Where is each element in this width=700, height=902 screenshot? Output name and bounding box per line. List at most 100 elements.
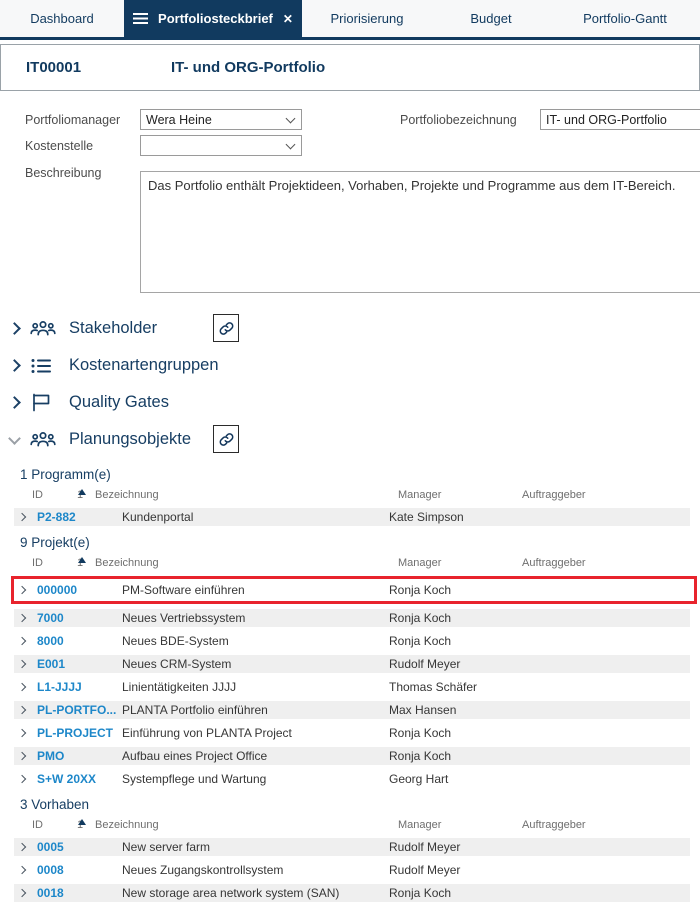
tab-portfoliosteckbrief[interactable]: Portfoliosteckbrief ✕ — [124, 0, 302, 37]
table-row[interactable]: 0018 New storage area network system (SA… — [14, 884, 690, 902]
table-body: P2-882 Kundenportal Kate Simpson — [0, 508, 700, 526]
list-icon — [30, 355, 56, 377]
section-kostenartengruppen[interactable]: Kostenartengruppen — [0, 347, 700, 384]
table-row[interactable]: PL-PROJECT Einführung von PLANTA Project… — [14, 724, 690, 742]
row-id-link[interactable]: 7000 — [37, 611, 122, 625]
row-manager: Georg Hart — [389, 772, 449, 786]
row-manager: Thomas Schäfer — [389, 680, 478, 694]
link-icon — [219, 321, 233, 335]
beschreibung-textarea[interactable]: Das Portfolio enthält Projektideen, Vorh… — [140, 171, 700, 293]
column-bezeichnung[interactable]: Bezeichnung — [95, 819, 159, 831]
section-label: Stakeholder — [69, 319, 158, 337]
table-row[interactable]: L1-JJJJ Linientätigkeiten JJJJ Thomas Sc… — [14, 678, 690, 696]
column-auftraggeber[interactable]: Auftraggeber — [522, 489, 586, 501]
row-expander[interactable] — [14, 842, 37, 852]
tab-priorisierung[interactable]: Priorisierung — [302, 0, 432, 37]
row-manager: Rudolf Meyer — [389, 840, 461, 854]
row-expander[interactable] — [14, 682, 37, 692]
row-id-link[interactable]: 8000 — [37, 634, 122, 648]
row-id-link[interactable]: P2-882 — [37, 510, 122, 524]
portfoliobezeichnung-label: Portfoliobezeichnung — [400, 113, 517, 127]
row-expander[interactable] — [14, 512, 37, 522]
portfoliobezeichnung-input[interactable]: IT- und ORG-Portfolio — [540, 109, 700, 130]
link-button[interactable] — [213, 425, 239, 453]
row-expander[interactable] — [14, 751, 37, 761]
flag-icon — [30, 392, 56, 414]
planning-groups: 1 Programm(e) ID 1 Bezeichnung Manager A… — [0, 467, 700, 902]
table-row[interactable]: PMO Aufbau eines Project Office Ronja Ko… — [14, 747, 690, 765]
column-manager[interactable]: Manager — [398, 557, 441, 569]
row-expander[interactable] — [14, 865, 37, 875]
row-id-link[interactable]: PL-PROJECT — [37, 726, 122, 740]
tab-budget[interactable]: Budget — [432, 0, 550, 37]
row-expander[interactable] — [14, 636, 37, 646]
column-auftraggeber[interactable]: Auftraggeber — [522, 557, 586, 569]
column-manager[interactable]: Manager — [398, 489, 441, 501]
row-id-link[interactable]: 0018 — [37, 886, 122, 900]
object-group: 1 Programm(e) ID 1 Bezeichnung Manager A… — [0, 467, 700, 526]
row-id-link[interactable]: PL-PORTFO... — [37, 703, 122, 717]
table-row[interactable]: E001 Neues CRM-System Rudolf Meyer — [14, 655, 690, 673]
table-row[interactable]: P2-882 Kundenportal Kate Simpson — [14, 508, 690, 526]
expander-chevron-icon[interactable] — [8, 396, 21, 409]
row-expander[interactable] — [14, 774, 37, 784]
row-expander[interactable] — [14, 659, 37, 669]
beschreibung-label: Beschreibung — [25, 166, 102, 180]
expander-chevron-icon[interactable] — [8, 322, 21, 335]
row-expander[interactable] — [14, 613, 37, 623]
column-id[interactable]: ID — [32, 819, 43, 831]
column-manager[interactable]: Manager — [398, 819, 441, 831]
tab-label: Portfoliosteckbrief — [158, 11, 273, 26]
tab-portfolio-gantt[interactable]: Portfolio-Gantt — [550, 0, 700, 37]
hamburger-menu-icon[interactable] — [133, 13, 149, 24]
table-header: ID 1 Bezeichnung Manager Auftraggeber — [32, 819, 586, 831]
table-row[interactable]: S+W 20XX Systempflege und Wartung Georg … — [14, 770, 690, 788]
table-row[interactable]: 000000 PM-Software einführen Ronja Koch — [11, 576, 697, 604]
table-row[interactable]: PL-PORTFO... PLANTA Portfolio einführen … — [14, 701, 690, 719]
column-bezeichnung[interactable]: Bezeichnung — [95, 489, 159, 501]
column-id[interactable]: ID — [32, 489, 43, 501]
table-row[interactable]: 7000 Neues Vertriebssystem Ronja Koch — [14, 609, 690, 627]
chevron-right-icon — [17, 512, 27, 522]
row-manager: Ronja Koch — [389, 583, 452, 597]
row-id-link[interactable]: 000000 — [37, 583, 122, 597]
column-id[interactable]: ID — [32, 557, 43, 569]
kostenstelle-select[interactable] — [140, 135, 302, 156]
table-row[interactable]: 0008 Neues Zugangskontrollsystem Rudolf … — [14, 861, 690, 879]
tab-dashboard[interactable]: Dashboard — [0, 0, 124, 37]
kostenstelle-label: Kostenstelle — [25, 139, 94, 153]
table-row[interactable]: 0005 New server farm Rudolf Meyer — [14, 838, 690, 856]
row-expander[interactable] — [14, 585, 37, 595]
module-header: IT00001 IT- und ORG-Portfolio — [0, 44, 700, 91]
row-id-link[interactable]: PMO — [37, 749, 122, 763]
row-expander[interactable] — [14, 888, 37, 898]
expander-chevron-icon[interactable] — [8, 359, 21, 372]
table-row[interactable]: 8000 Neues BDE-System Ronja Koch — [14, 632, 690, 650]
row-manager: Rudolf Meyer — [389, 657, 461, 671]
column-bezeichnung[interactable]: Bezeichnung — [95, 557, 159, 569]
row-expander[interactable] — [14, 728, 37, 738]
row-id-link[interactable]: E001 — [37, 657, 122, 671]
section-label: Kostenartengruppen — [69, 356, 219, 374]
row-id-link[interactable]: 0005 — [37, 840, 122, 854]
section-quality-gates[interactable]: Quality Gates — [0, 384, 700, 421]
row-manager: Rudolf Meyer — [389, 863, 461, 877]
sections-container: Stakeholder Kostenartengruppen Quality G… — [0, 310, 700, 458]
tab-label: Portfolio-Gantt — [583, 11, 667, 26]
tab-bar: Dashboard Portfoliosteckbrief ✕ Priorisi… — [0, 0, 700, 40]
section-planungsobjekte[interactable]: Planungsobjekte — [0, 421, 700, 458]
expander-chevron-icon[interactable] — [8, 431, 21, 445]
link-button[interactable] — [213, 314, 239, 342]
row-id-link[interactable]: 0008 — [37, 863, 122, 877]
table-body: 0005 New server farm Rudolf Meyer 0008 N… — [0, 838, 700, 902]
column-auftraggeber[interactable]: Auftraggeber — [522, 819, 586, 831]
portfoliomanager-value: Wera Heine — [146, 112, 212, 127]
row-expander[interactable] — [14, 705, 37, 715]
section-stakeholder[interactable]: Stakeholder — [0, 310, 700, 347]
chevron-right-icon — [17, 682, 27, 692]
portfoliomanager-select[interactable]: Wera Heine — [140, 109, 302, 130]
row-bezeichnung: Einführung von PLANTA Project — [122, 726, 292, 740]
row-id-link[interactable]: S+W 20XX — [37, 772, 122, 786]
close-icon[interactable]: ✕ — [283, 12, 293, 26]
row-id-link[interactable]: L1-JJJJ — [37, 680, 122, 694]
